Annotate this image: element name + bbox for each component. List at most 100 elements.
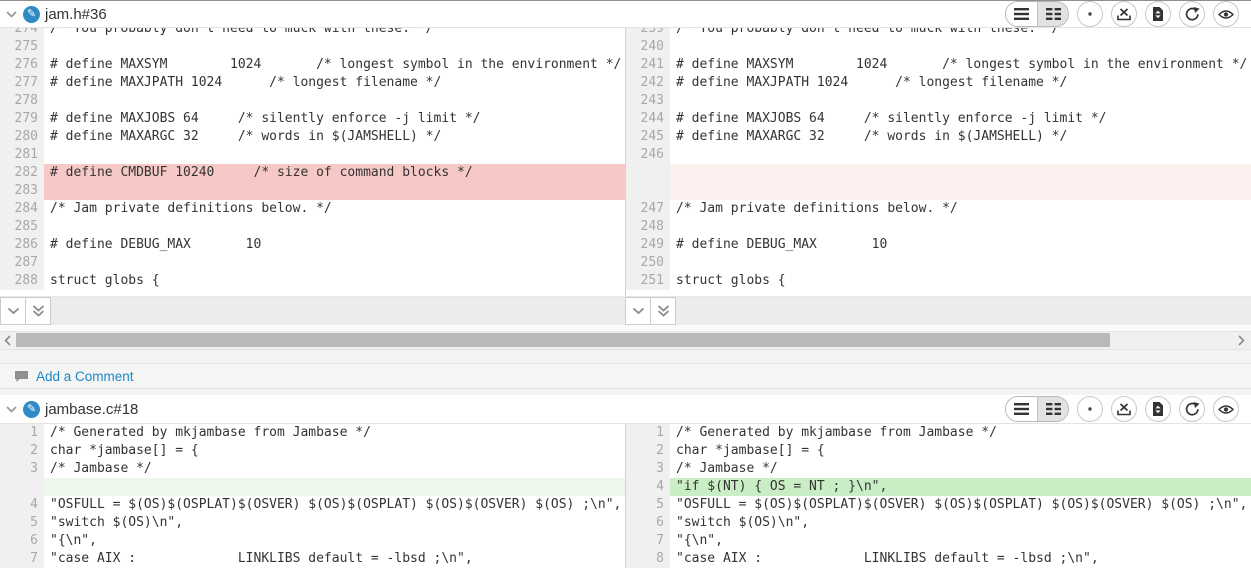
line-number: 246 <box>626 146 670 164</box>
diff-row[interactable]: 281 <box>0 146 625 164</box>
diff-row[interactable] <box>626 182 1251 200</box>
diff-row[interactable]: 277# define MAXJPATH 1024 /* longest fil… <box>0 74 625 92</box>
line-number: 274 <box>0 28 44 38</box>
diff-row[interactable]: 244# define MAXJOBS 64 /* silently enfor… <box>626 110 1251 128</box>
download-button[interactable] <box>1111 396 1137 422</box>
code-text <box>44 146 625 164</box>
diff-row[interactable]: 4"if $(NT) { OS = NT ; }\n", <box>626 478 1251 496</box>
diff-row[interactable]: 275 <box>0 38 625 56</box>
diff-row[interactable]: 278 <box>0 92 625 110</box>
scrollbar-thumb[interactable] <box>16 333 1110 347</box>
preview-button[interactable] <box>1213 1 1239 27</box>
diff-row[interactable]: 279# define MAXJOBS 64 /* silently enfor… <box>0 110 625 128</box>
scroll-right-arrow[interactable] <box>1238 332 1245 348</box>
context-expanders-right <box>625 297 676 325</box>
code-text: "if $(NT) { OS = NT ; }\n", <box>670 478 1251 496</box>
line-number: 7 <box>0 550 44 568</box>
diff-row[interactable]: 242# define MAXJPATH 1024 /* longest fil… <box>626 74 1251 92</box>
diff-row[interactable]: 288struct globs { <box>0 272 625 290</box>
line-number: 7 <box>626 532 670 550</box>
diff-footer <box>0 296 1251 325</box>
chevron-left-icon <box>4 335 11 346</box>
side-by-side-view-button[interactable] <box>1037 397 1068 421</box>
diff-row[interactable]: 2char *jambase[] = { <box>626 442 1251 460</box>
download-button[interactable] <box>1111 1 1137 27</box>
diff-row[interactable]: 249# define DEBUG_MAX 10 <box>626 236 1251 254</box>
code-text <box>670 254 1251 272</box>
chevron-down-icon <box>6 406 17 413</box>
diff-row[interactable] <box>0 478 625 496</box>
diff-row[interactable]: 280# define MAXARGC 32 /* words in $(JAM… <box>0 128 625 146</box>
open-file-button[interactable] <box>1179 1 1205 27</box>
diff-row[interactable]: 2char *jambase[] = { <box>0 442 625 460</box>
open-file-button[interactable] <box>1179 396 1205 422</box>
code-text: # define MAXJPATH 1024 /* longest filena… <box>670 74 1251 92</box>
file-versions-button[interactable] <box>1145 396 1171 422</box>
horizontal-scrollbar[interactable] <box>0 331 1251 350</box>
code-text: "case AIX : LINKLIBS default = -lbsd ;\n… <box>670 550 1251 568</box>
diff-row[interactable]: 8"case AIX : LINKLIBS default = -lbsd ;\… <box>626 550 1251 568</box>
code-text: # define MAXSYM 1024 /* longest symbol i… <box>44 56 625 74</box>
diff-row[interactable]: 241# define MAXSYM 1024 /* longest symbo… <box>626 56 1251 74</box>
diff-row[interactable]: 245# define MAXARGC 32 /* words in $(JAM… <box>626 128 1251 146</box>
diff-row[interactable]: 282# define CMDBUF 10240 /* size of comm… <box>0 164 625 182</box>
side-by-side-view-icon <box>1046 8 1061 20</box>
show-more-context-button[interactable] <box>0 297 26 325</box>
diff-row[interactable]: 286# define DEBUG_MAX 10 <box>0 236 625 254</box>
diff-row[interactable] <box>626 164 1251 182</box>
line-number <box>626 164 670 182</box>
edit-pencil-icon: ✎ <box>23 401 40 418</box>
line-number: 276 <box>0 56 44 74</box>
diff-row[interactable]: 3/* Jambase */ <box>626 460 1251 478</box>
line-number: 244 <box>626 110 670 128</box>
diff-row[interactable]: 287 <box>0 254 625 272</box>
diff-row[interactable]: 243 <box>626 92 1251 110</box>
diff-row[interactable]: 5"OSFULL = $(OS)$(OSPLAT)$(OSVER) $(OS)$… <box>626 496 1251 514</box>
add-comment-link[interactable]: Add a Comment <box>36 369 134 384</box>
scroll-left-arrow[interactable] <box>4 332 11 348</box>
diff-row[interactable]: 239/* You probably don't need to muck wi… <box>626 28 1251 38</box>
collapse-panel-button[interactable] <box>0 395 22 423</box>
unified-view-button[interactable] <box>1006 2 1037 26</box>
diff-row[interactable]: 4"OSFULL = $(OS)$(OSPLAT)$(OSVER) $(OS)$… <box>0 496 625 514</box>
show-more-context-button[interactable] <box>625 297 651 325</box>
code-text: # define MAXJOBS 64 /* silently enforce … <box>44 110 625 128</box>
diff-row[interactable]: 284/* Jam private definitions below. */ <box>0 200 625 218</box>
comment-density-button[interactable] <box>1077 1 1103 27</box>
side-by-side-view-button[interactable] <box>1037 2 1068 26</box>
file-versions-button[interactable] <box>1145 1 1171 27</box>
diff-row[interactable]: 283 <box>0 182 625 200</box>
diff-row[interactable]: 5"switch $(OS)\n", <box>0 514 625 532</box>
diff-row[interactable]: 1/* Generated by mkjambase from Jambase … <box>0 424 625 442</box>
diff-row[interactable]: 246 <box>626 146 1251 164</box>
collapse-panel-button[interactable] <box>0 1 22 27</box>
line-number: 248 <box>626 218 670 236</box>
dot-icon <box>1083 402 1097 416</box>
code-text: struct globs { <box>670 272 1251 290</box>
line-number: 5 <box>0 514 44 532</box>
diff-row[interactable]: 251struct globs { <box>626 272 1251 290</box>
diff-row[interactable]: 240 <box>626 38 1251 56</box>
diff-row[interactable]: 285 <box>0 218 625 236</box>
diff-row[interactable]: 6"{\n", <box>0 532 625 550</box>
preview-button[interactable] <box>1213 396 1239 422</box>
view-toggle-group <box>1005 396 1069 422</box>
line-number: 249 <box>626 236 670 254</box>
diff-row[interactable]: 276# define MAXSYM 1024 /* longest symbo… <box>0 56 625 74</box>
diff-row[interactable]: 248 <box>626 218 1251 236</box>
diff-row[interactable]: 1/* Generated by mkjambase from Jambase … <box>626 424 1251 442</box>
comment-density-button[interactable] <box>1077 396 1103 422</box>
diff-row[interactable]: 7"{\n", <box>626 532 1251 550</box>
line-number: 277 <box>0 74 44 92</box>
diff-row[interactable]: 7"case AIX : LINKLIBS default = -lbsd ;\… <box>0 550 625 568</box>
diff-row[interactable]: 274/* You probably don't need to muck wi… <box>0 28 625 38</box>
diff-row[interactable]: 247/* Jam private definitions below. */ <box>626 200 1251 218</box>
diff-row[interactable]: 6"switch $(OS)\n", <box>626 514 1251 532</box>
diff-row[interactable]: 250 <box>626 254 1251 272</box>
diff-row[interactable]: 3/* Jambase */ <box>0 460 625 478</box>
line-number: 284 <box>0 200 44 218</box>
code-text: # define MAXSYM 1024 /* longest symbol i… <box>670 56 1251 74</box>
show-all-context-button[interactable] <box>650 297 676 325</box>
show-all-context-button[interactable] <box>25 297 51 325</box>
unified-view-button[interactable] <box>1006 397 1037 421</box>
